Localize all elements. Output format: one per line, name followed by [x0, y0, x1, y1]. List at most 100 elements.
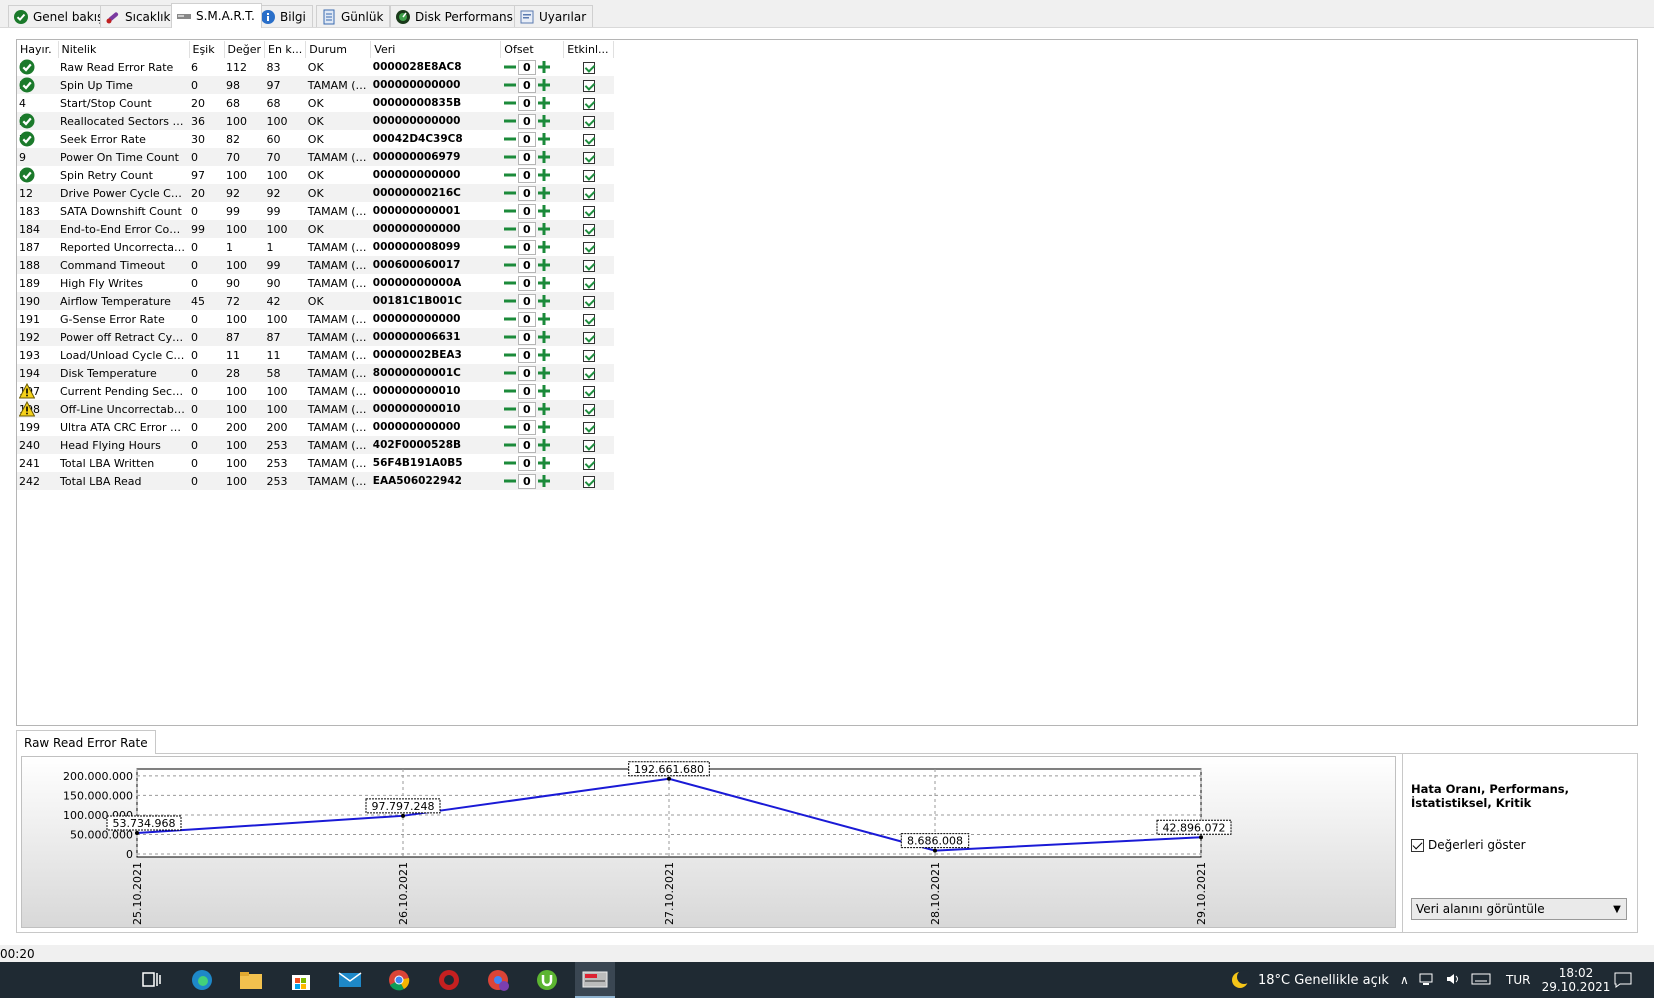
plus-icon[interactable]: [537, 96, 551, 110]
offset-value[interactable]: 0: [517, 167, 536, 183]
offset-value[interactable]: 0: [517, 185, 536, 201]
plus-icon[interactable]: [537, 186, 551, 200]
offset-value[interactable]: 0: [517, 149, 536, 165]
enabled-checkbox[interactable]: [582, 187, 595, 200]
plus-icon[interactable]: [537, 60, 551, 74]
plus-icon[interactable]: [537, 456, 551, 470]
offset-value[interactable]: 0: [517, 131, 536, 147]
minus-icon[interactable]: [503, 384, 517, 398]
network-icon[interactable]: [1419, 972, 1435, 989]
table-row[interactable]: 3Spin Up Time09897TAMAM (H...00000000000…: [17, 76, 614, 94]
plus-icon[interactable]: [537, 78, 551, 92]
enabled-checkbox[interactable]: [582, 79, 595, 92]
offset-value[interactable]: 0: [517, 221, 536, 237]
minus-icon[interactable]: [503, 240, 517, 254]
enabled-checkbox[interactable]: [582, 277, 595, 290]
data-field-select[interactable]: Veri alanını görüntüle ▼: [1411, 898, 1627, 920]
column-header-attribute[interactable]: Nitelik: [58, 41, 190, 58]
chrome-icon[interactable]: [385, 968, 413, 992]
plus-icon[interactable]: [537, 384, 551, 398]
column-header-enabled[interactable]: Etkinl...: [563, 41, 615, 58]
tab-info[interactable]: Bilgi: [255, 5, 313, 27]
plus-icon[interactable]: [537, 114, 551, 128]
plus-icon[interactable]: [537, 330, 551, 344]
table-row[interactable]: 240 Head Flying Hours 0 100 253 TAMAM (H... 40…: [17, 436, 614, 454]
offset-value[interactable]: 0: [517, 311, 536, 327]
enabled-checkbox[interactable]: [582, 151, 595, 164]
table-row[interactable]: 5Reallocated Sectors Co...36100100OK0000…: [17, 112, 614, 130]
enabled-checkbox[interactable]: [582, 61, 595, 74]
tab-disk-performance[interactable]: Disk Performansı: [390, 5, 524, 27]
tab-alerts[interactable]: Uyarılar: [514, 5, 594, 27]
enabled-checkbox[interactable]: [582, 421, 595, 434]
mail-icon[interactable]: [336, 968, 364, 992]
chart-tab-raw-read-error-rate[interactable]: Raw Read Error Rate: [16, 730, 156, 754]
table-row[interactable]: 242 Total LBA Read 0 100 253 TAMAM (H... EAA50…: [17, 472, 614, 490]
plus-icon[interactable]: [537, 366, 551, 380]
table-row[interactable]: 12 Drive Power Cycle Count 20 92 92 OK 0000000…: [17, 184, 614, 202]
minus-icon[interactable]: [503, 168, 517, 182]
column-header-id[interactable]: Hayır.: [17, 41, 59, 58]
table-row[interactable]: 190 Airflow Temperature 45 72 42 OK 00181C1B00…: [17, 292, 614, 310]
column-header-offset[interactable]: Ofset: [500, 41, 565, 58]
offset-value[interactable]: 0: [517, 275, 536, 291]
table-row[interactable]: 199 Ultra ATA CRC Error Co... 0 200 200 TAMAM…: [17, 418, 614, 436]
column-header-threshold[interactable]: Eşik: [189, 41, 225, 58]
task-view-icon[interactable]: [138, 968, 166, 992]
enabled-checkbox[interactable]: [582, 457, 595, 470]
hard-disk-sentinel-icon[interactable]: [575, 962, 615, 998]
enabled-checkbox[interactable]: [582, 349, 595, 362]
minus-icon[interactable]: [503, 474, 517, 488]
enabled-checkbox[interactable]: [582, 385, 595, 398]
table-row[interactable]: 189 High Fly Writes 0 90 90 TAMAM (H... 000000…: [17, 274, 614, 292]
offset-value[interactable]: 0: [517, 329, 536, 345]
column-header-status[interactable]: Durum: [305, 41, 372, 58]
column-header-worst[interactable]: En k...: [264, 41, 307, 58]
table-row[interactable]: 10Spin Retry Count97100100OK000000000000…: [17, 166, 614, 184]
plus-icon[interactable]: [537, 276, 551, 290]
weather-widget[interactable]: 18°C Genellikle açık: [1230, 962, 1389, 998]
plus-icon[interactable]: [537, 420, 551, 434]
minus-icon[interactable]: [503, 438, 517, 452]
plus-icon[interactable]: [537, 150, 551, 164]
offset-value[interactable]: 0: [517, 419, 536, 435]
plus-icon[interactable]: [537, 474, 551, 488]
notification-icon[interactable]: [1614, 962, 1632, 998]
tab-temperature[interactable]: Sıcaklık: [100, 5, 178, 27]
offset-value[interactable]: 0: [517, 203, 536, 219]
plus-icon[interactable]: [537, 240, 551, 254]
offset-value[interactable]: 0: [517, 401, 536, 417]
plus-icon[interactable]: [537, 258, 551, 272]
table-row[interactable]: 183 SATA Downshift Count 0 99 99 TAMAM (H... 0…: [17, 202, 614, 220]
enabled-checkbox[interactable]: [582, 331, 595, 344]
file-explorer-icon[interactable]: [237, 968, 265, 992]
table-row[interactable]: 4 Start/Stop Count 20 68 68 OK 00000000835B 0: [17, 94, 614, 112]
plus-icon[interactable]: [537, 168, 551, 182]
enabled-checkbox[interactable]: [582, 97, 595, 110]
minus-icon[interactable]: [503, 258, 517, 272]
minus-icon[interactable]: [503, 348, 517, 362]
show-values-checkbox[interactable]: Değerleri göster: [1411, 838, 1526, 852]
plus-icon[interactable]: [537, 204, 551, 218]
enabled-checkbox[interactable]: [582, 295, 595, 308]
offset-value[interactable]: 0: [517, 473, 536, 489]
minus-icon[interactable]: [503, 222, 517, 236]
minus-icon[interactable]: [503, 402, 517, 416]
offset-value[interactable]: 0: [517, 293, 536, 309]
minus-icon[interactable]: [503, 312, 517, 326]
offset-value[interactable]: 0: [517, 239, 536, 255]
chrome-profile-icon[interactable]: [484, 968, 512, 992]
table-row[interactable]: 188 Command Timeout 0 100 99 TAMAM (H... 00060…: [17, 256, 614, 274]
chevron-up-icon[interactable]: ∧: [1400, 973, 1409, 987]
table-row[interactable]: 192 Power off Retract Cycle ... 0 87 87 TAMAM…: [17, 328, 614, 346]
table-row[interactable]: 197Current Pending Sector...0100100TAMAM…: [17, 382, 614, 400]
table-row[interactable]: 193 Load/Unload Cycle Cou... 0 11 11 TAMAM (H…: [17, 346, 614, 364]
table-row[interactable]: 241 Total LBA Written 0 100 253 TAMAM (H... 56…: [17, 454, 614, 472]
minus-icon[interactable]: [503, 96, 517, 110]
keyboard-icon[interactable]: [1471, 972, 1491, 989]
plus-icon[interactable]: [537, 438, 551, 452]
enabled-checkbox[interactable]: [582, 223, 595, 236]
clock[interactable]: 18:02 29.10.2021: [1540, 962, 1612, 998]
enabled-checkbox[interactable]: [582, 475, 595, 488]
antivirus-icon[interactable]: [435, 968, 463, 992]
